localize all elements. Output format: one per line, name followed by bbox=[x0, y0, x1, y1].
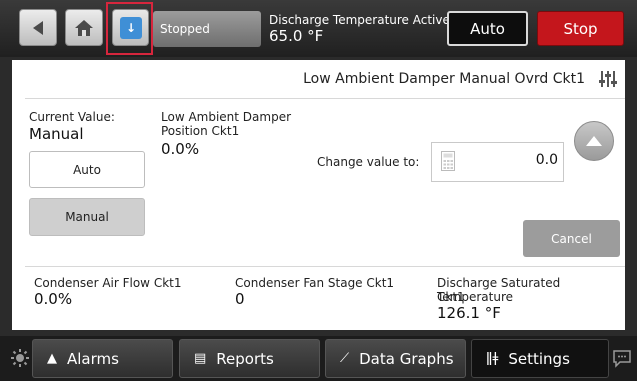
auto-mode-button[interactable]: Auto bbox=[447, 11, 528, 46]
sliders-icon: ǁǂ bbox=[486, 351, 499, 366]
increment-button[interactable] bbox=[574, 121, 614, 161]
brightness-icon[interactable] bbox=[10, 348, 30, 368]
bell-icon: ▲ bbox=[47, 351, 57, 366]
sat-temp-label-line1: Discharge Saturated Temperature bbox=[437, 276, 561, 304]
position-label-line2: Position Ckt1 bbox=[161, 124, 240, 138]
home-button[interactable] bbox=[65, 9, 103, 46]
tab-data-graphs[interactable]: ⟋ Data Graphs bbox=[325, 339, 466, 378]
tab-reports[interactable]: ▤ Reports bbox=[179, 339, 320, 378]
manual-option-button[interactable]: Manual bbox=[29, 198, 145, 236]
discharge-temp-label: Discharge Temperature Active bbox=[269, 13, 450, 27]
current-value-label: Current Value: bbox=[29, 110, 115, 124]
airflow-label: Condenser Air Flow Ckt1 bbox=[34, 276, 182, 290]
auto-option-button[interactable]: Auto bbox=[29, 151, 145, 188]
stop-button[interactable]: Stop bbox=[537, 11, 624, 46]
tab-settings[interactable]: ǁǂ Settings bbox=[471, 339, 609, 378]
document-icon: ▤ bbox=[194, 351, 207, 366]
cancel-button[interactable]: Cancel bbox=[523, 220, 620, 257]
keypad-icon[interactable] bbox=[441, 151, 455, 171]
title-divider bbox=[25, 98, 625, 99]
chevron-up-icon bbox=[586, 136, 602, 146]
download-info-icon[interactable]: ↓ bbox=[120, 17, 142, 39]
tab-alarms[interactable]: ▲ Alarms bbox=[32, 339, 173, 378]
fan-stage-label: Condenser Fan Stage Ckt1 bbox=[235, 276, 395, 290]
discharge-temp-value: 65.0 °F bbox=[269, 27, 324, 45]
position-value: 0.0% bbox=[161, 140, 200, 158]
sat-temp-value: 126.1 °F bbox=[437, 304, 501, 322]
tab-alarms-label: Alarms bbox=[67, 349, 119, 368]
settings-sliders-icon bbox=[599, 71, 617, 87]
page-title: Low Ambient Damper Manual Ovrd Ckt1 bbox=[303, 71, 585, 87]
change-value-text: 0.0 bbox=[535, 152, 558, 168]
fan-stage-value: 0 bbox=[235, 290, 245, 308]
tab-reports-label: Reports bbox=[216, 349, 274, 368]
unit-status: Stopped bbox=[153, 11, 261, 47]
line-chart-icon: ⟋ bbox=[340, 351, 350, 366]
position-label-line1: Low Ambient Damper bbox=[161, 110, 292, 124]
chat-icon[interactable] bbox=[612, 348, 632, 368]
sat-temp-label-line2: Ckt1 bbox=[437, 290, 465, 304]
back-button[interactable] bbox=[19, 9, 57, 46]
stats-divider bbox=[25, 266, 625, 267]
back-arrow-icon bbox=[33, 20, 43, 35]
current-value: Manual bbox=[29, 125, 84, 143]
tab-settings-label: Settings bbox=[508, 349, 570, 368]
change-value-label: Change value to: bbox=[317, 155, 420, 169]
home-icon bbox=[75, 19, 93, 36]
tab-data-graphs-label: Data Graphs bbox=[359, 349, 454, 368]
airflow-value: 0.0% bbox=[34, 290, 73, 308]
